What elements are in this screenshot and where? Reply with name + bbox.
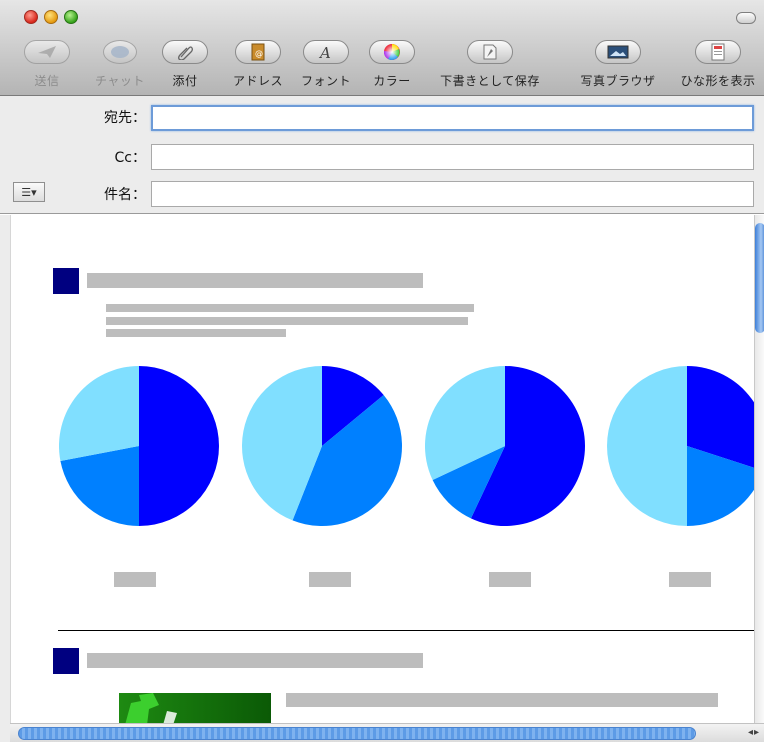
save-draft-icon [467,40,513,64]
send-button[interactable]: 送信 [22,40,72,89]
svg-text:@: @ [255,49,263,58]
pie-slice [58,366,139,461]
photo-browser-button[interactable]: 写真ブラウザ [566,40,670,89]
message-header: 宛先： Cc： ☰▾ 件名： [0,96,764,214]
subject-field[interactable] [151,181,754,207]
to-field[interactable] [151,105,754,131]
pie-slice [139,366,219,526]
address-book-icon: @ [235,40,281,64]
send-label: 送信 [34,74,60,88]
pie-caption-placeholder [114,572,156,587]
save-draft-label: 下書きとして保存 [440,74,540,88]
color-label: カラー [373,74,411,88]
message-body[interactable] [10,215,754,723]
vertical-scroll-thumb[interactable] [755,223,764,333]
zoom-window-button[interactable] [64,10,78,24]
pie-caption-placeholder [309,572,351,587]
horizontal-scrollbar[interactable]: ◂▸ [10,723,764,742]
image-placeholder[interactable] [119,693,271,723]
heading-placeholder [87,653,423,668]
close-window-button[interactable] [24,10,38,24]
font-icon: A [303,40,349,64]
color-button[interactable]: カラー [364,40,420,89]
photo-browser-label: 写真ブラウザ [580,74,656,88]
font-label: フォント [300,74,351,88]
horizontal-scroll-thumb[interactable] [18,727,696,740]
show-stationery-label: ひな形を表示 [680,74,756,88]
address-button[interactable]: @ アドレス [228,40,288,89]
font-button[interactable]: A フォント [296,40,356,89]
chat-button[interactable]: チャット [88,40,152,89]
pie-chart-2 [241,366,402,526]
subject-label: 件名： [104,187,146,203]
attach-button[interactable]: 添付 [160,40,210,89]
to-label: 宛先： [104,110,146,126]
left-gutter [0,215,10,742]
section-divider [58,630,754,631]
cc-label: Cc： [114,150,146,166]
save-draft-button[interactable]: 下書きとして保存 [430,40,550,89]
paperclip-icon [162,40,208,64]
pie-chart-1 [58,366,219,526]
pie-caption-placeholder [489,572,531,587]
chat-icon [103,40,137,64]
minimize-window-button[interactable] [44,10,58,24]
show-stationery-button[interactable]: ひな形を表示 [672,40,764,89]
svg-text:A: A [318,44,331,61]
color-wheel-icon [369,40,415,64]
text-placeholder-line [106,329,286,337]
cc-field[interactable] [151,144,754,170]
pie-chart-4 [607,366,754,526]
send-icon [24,40,70,64]
text-placeholder-line [106,317,468,325]
pie-caption-placeholder [669,572,711,587]
chat-label: チャット [95,74,145,88]
photo-browser-icon [595,40,641,64]
section-marker [53,268,79,294]
header-options-menu[interactable]: ☰▾ [13,182,45,202]
text-placeholder-line [286,693,718,707]
heading-placeholder [87,273,423,288]
pie-chart-3 [425,366,585,526]
stationery-icon [695,40,741,64]
toolbar-toggle-button[interactable] [736,12,756,24]
scroll-arrows-icon[interactable]: ◂▸ [748,727,760,738]
pie-slice [607,366,687,526]
text-placeholder-line [106,304,474,312]
attach-label: 添付 [172,74,198,88]
vertical-scrollbar[interactable] [754,215,764,723]
window-toolbar: 送信 チャット 添付 @ アドレス A フォント カラー 下書きとして保存 写真… [0,0,764,96]
section-marker [53,648,79,674]
address-label: アドレス [232,74,283,88]
